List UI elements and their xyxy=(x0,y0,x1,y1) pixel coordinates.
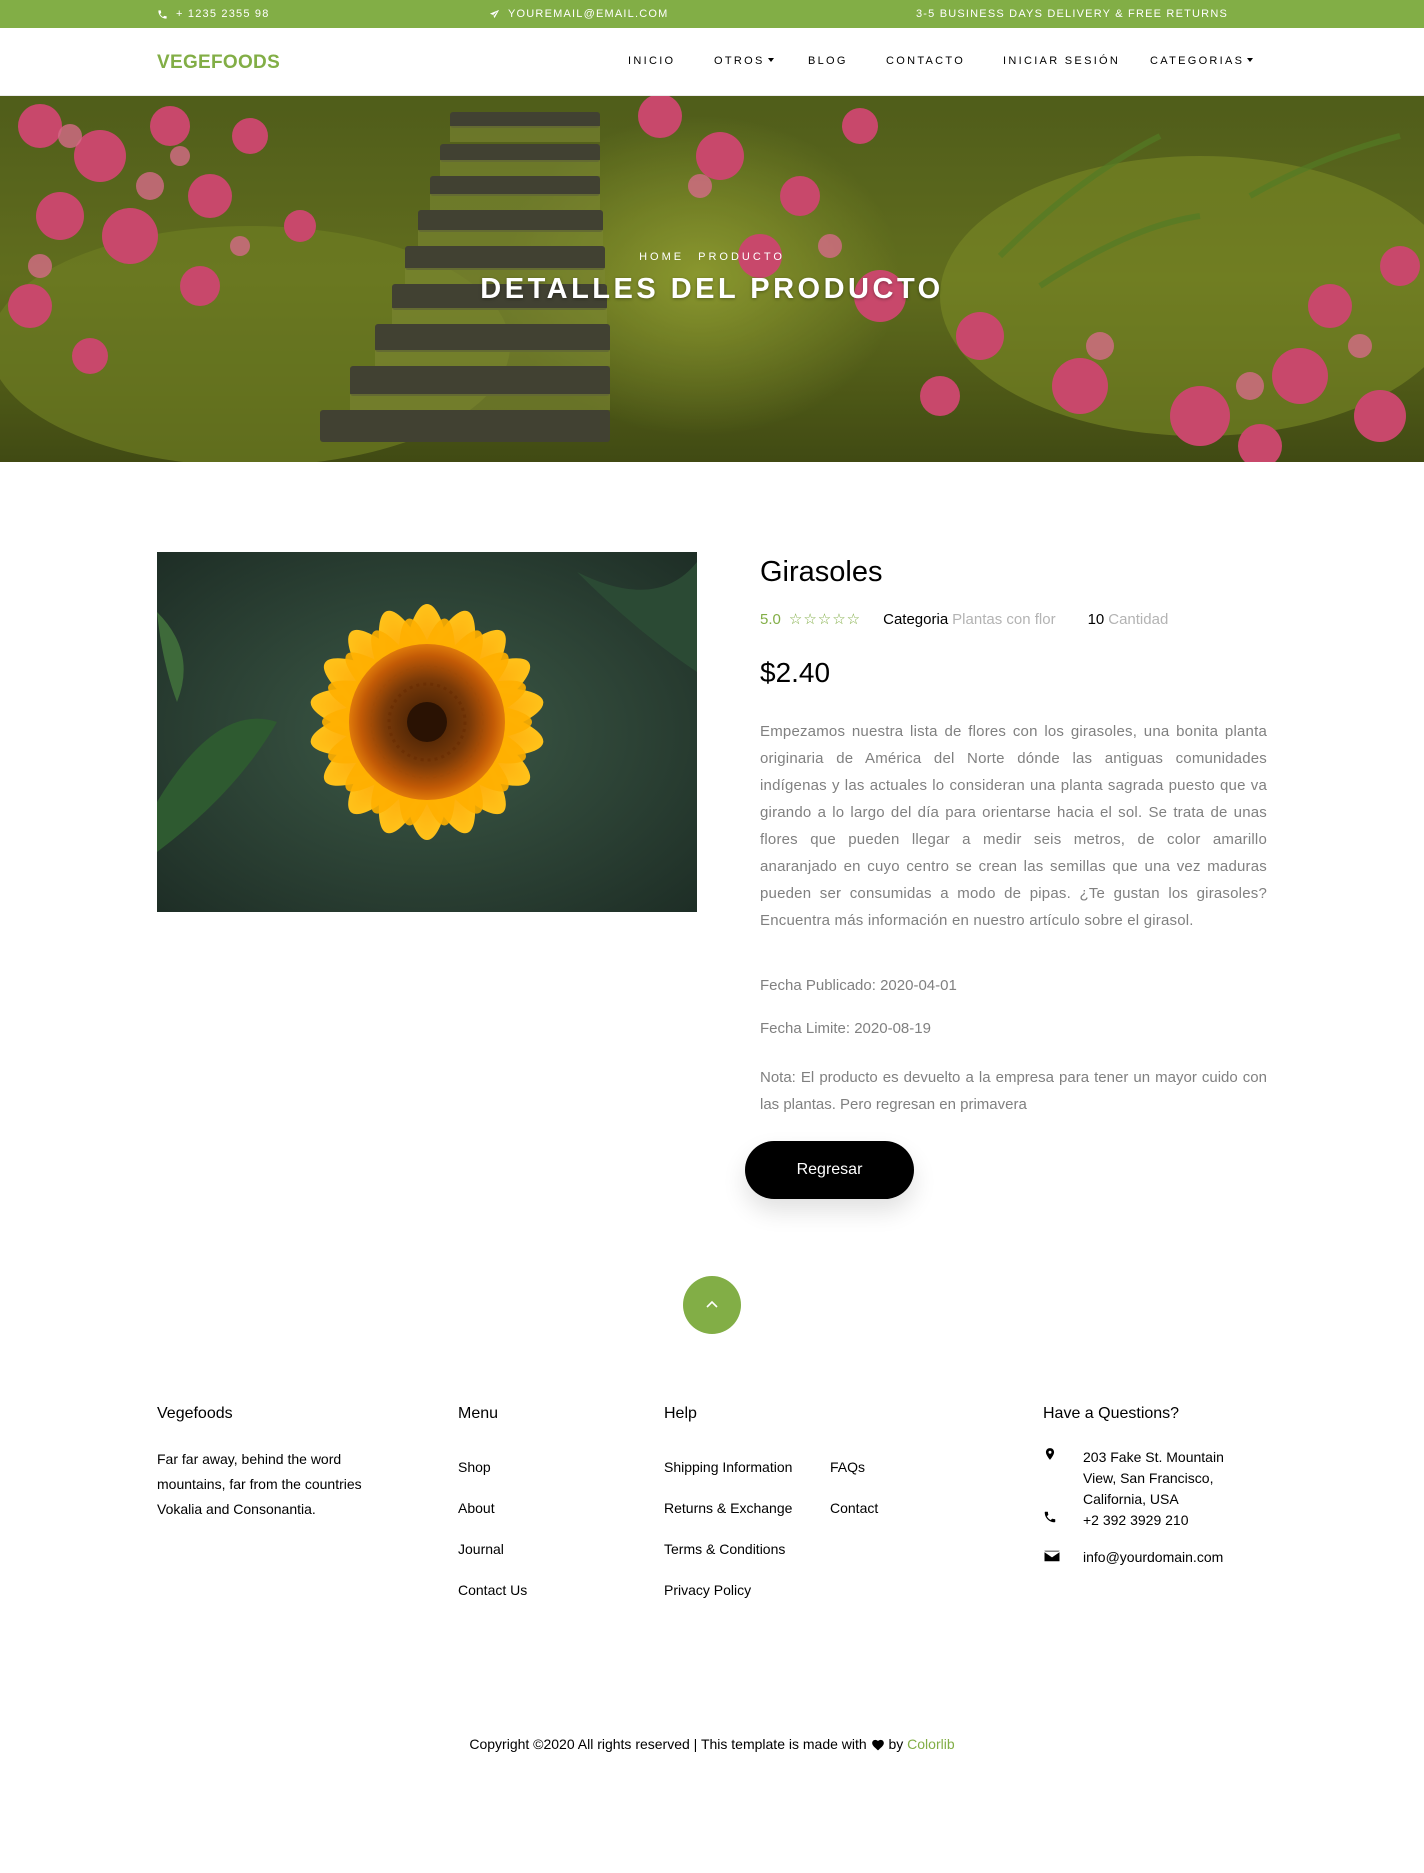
topbar-delivery: 3-5 BUSINESS DAYS DELIVERY & FREE RETURN… xyxy=(916,8,1228,20)
nav-item-inicio[interactable]: INICIO xyxy=(628,55,675,67)
footer-link-journal[interactable]: Journal xyxy=(458,1541,504,1557)
footer-link-shipping[interactable]: Shipping Information xyxy=(664,1459,792,1475)
footer-phone-text: +2 392 3929 210 xyxy=(1083,1512,1189,1528)
hero-banner: HOME PRODUCTO DETALLES DEL PRODUCTO xyxy=(0,96,1424,462)
topbar-email[interactable]: YOUREMAIL@EMAIL.COM xyxy=(489,8,669,20)
footer-contact-heading: Have a Questions? xyxy=(1043,1405,1180,1422)
caret-down-icon xyxy=(1247,58,1254,62)
paper-plane-icon xyxy=(489,9,500,18)
footer-phone[interactable]: +2 392 3929 210 xyxy=(1043,1510,1243,1531)
quantity-number: 10 xyxy=(1087,610,1105,628)
product-note: Nota: El producto es devuelto a la empre… xyxy=(760,1069,1267,1113)
footer-link-terms[interactable]: Terms & Conditions xyxy=(664,1541,785,1557)
footer-brand-heading: Vegefoods xyxy=(157,1405,233,1422)
footer-email[interactable]: info@yourdomain.com xyxy=(1043,1547,1243,1570)
product-rating: 5.0 xyxy=(760,610,781,628)
product-image[interactable] xyxy=(157,552,697,912)
product-price: $2.40 xyxy=(760,657,831,688)
topbar-phone-text: + 1235 2355 98 xyxy=(176,8,270,20)
nav-item-iniciar-sesion[interactable]: INICIAR SESIÓN xyxy=(1003,55,1120,67)
brand-logo[interactable]: VEGEFOODS xyxy=(157,52,280,74)
topbar-phone: + 1235 2355 98 xyxy=(157,8,270,20)
footer-email-text: info@yourdomain.com xyxy=(1083,1549,1224,1565)
navbar: VEGEFOODS INICIO OTROS BLOG CONTACTO INI… xyxy=(0,28,1424,96)
back-button[interactable]: Regresar xyxy=(745,1141,914,1199)
caret-down-icon xyxy=(767,58,774,62)
star-rating[interactable]: ☆☆☆☆☆ xyxy=(789,610,861,628)
topbar-email-text: YOUREMAIL@EMAIL.COM xyxy=(508,8,669,20)
nav-item-otros-label: OTROS xyxy=(714,55,765,67)
envelope-icon xyxy=(1044,1550,1060,1562)
copyright-text: Copyright ©2020 All rights reserved | Th… xyxy=(469,1736,867,1752)
footer-link-faqs[interactable]: FAQs xyxy=(830,1459,865,1475)
nav-item-categorias-label: CATEGORIAS xyxy=(1150,55,1245,67)
category-value: Plantas con flor xyxy=(952,610,1056,628)
star-icon[interactable]: ☆ xyxy=(818,611,832,628)
phone-icon xyxy=(158,9,167,19)
sunflower-image xyxy=(157,552,697,912)
breadcrumb: HOME PRODUCTO xyxy=(0,251,1424,263)
star-icon[interactable]: ☆ xyxy=(803,611,817,628)
star-icon[interactable]: ☆ xyxy=(847,611,861,628)
footer-address: 203 Fake St. Mountain View, San Francisc… xyxy=(1043,1447,1243,1510)
phone-icon xyxy=(1044,1511,1056,1523)
footer-address-text: 203 Fake St. Mountain View, San Francisc… xyxy=(1083,1449,1224,1507)
fecha-publicado: Fecha Publicado: 2020-04-01 xyxy=(760,977,957,994)
footer-link-shop[interactable]: Shop xyxy=(458,1459,491,1475)
chevron-up-icon xyxy=(706,1300,718,1308)
nav-item-contacto[interactable]: CONTACTO xyxy=(886,55,965,67)
footer-brand-text: Far far away, behind the word mountains,… xyxy=(157,1451,362,1517)
copyright-by: by xyxy=(888,1736,904,1752)
nav-item-blog[interactable]: BLOG xyxy=(808,55,848,67)
map-marker-icon xyxy=(1045,1448,1055,1460)
product-description: Empezamos nuestra lista de flores con lo… xyxy=(760,723,1267,929)
footer-help-heading: Help xyxy=(664,1405,697,1422)
footer-menu-heading: Menu xyxy=(458,1405,499,1422)
breadcrumb-current: PRODUCTO xyxy=(698,251,785,263)
top-bar: + 1235 2355 98 YOUREMAIL@EMAIL.COM 3-5 B… xyxy=(0,0,1424,28)
footer-link-privacy[interactable]: Privacy Policy xyxy=(664,1582,751,1598)
fecha-limite: Fecha Limite: 2020-08-19 xyxy=(760,1020,931,1037)
star-icon[interactable]: ☆ xyxy=(789,611,803,628)
product-title: Girasoles xyxy=(760,556,883,588)
nav-item-otros[interactable]: OTROS xyxy=(714,55,774,67)
page-title: DETALLES DEL PRODUCTO xyxy=(480,273,944,305)
footer-link-contact[interactable]: Contact xyxy=(830,1500,878,1516)
footer-link-returns[interactable]: Returns & Exchange xyxy=(664,1500,792,1516)
scroll-top-button[interactable] xyxy=(683,1276,741,1334)
category-label: Categoria xyxy=(883,610,949,628)
product-meta: 5.0 ☆☆☆☆☆ Categoria Plantas con flor 10 … xyxy=(760,610,1169,629)
footer-link-contact-us[interactable]: Contact Us xyxy=(458,1582,527,1598)
copyright: Copyright ©2020 All rights reserved | Th… xyxy=(0,1736,1424,1752)
colorlib-link[interactable]: Colorlib xyxy=(907,1736,954,1752)
quantity-label: Cantidad xyxy=(1108,610,1169,628)
footer-link-about[interactable]: About xyxy=(458,1500,495,1516)
topbar-delivery-text: 3-5 BUSINESS DAYS DELIVERY & FREE RETURN… xyxy=(915,8,1228,20)
breadcrumb-home[interactable]: HOME xyxy=(639,251,684,263)
nav-item-categorias[interactable]: CATEGORIAS xyxy=(1150,55,1254,67)
heart-icon xyxy=(871,1739,884,1751)
star-icon[interactable]: ☆ xyxy=(832,611,846,628)
